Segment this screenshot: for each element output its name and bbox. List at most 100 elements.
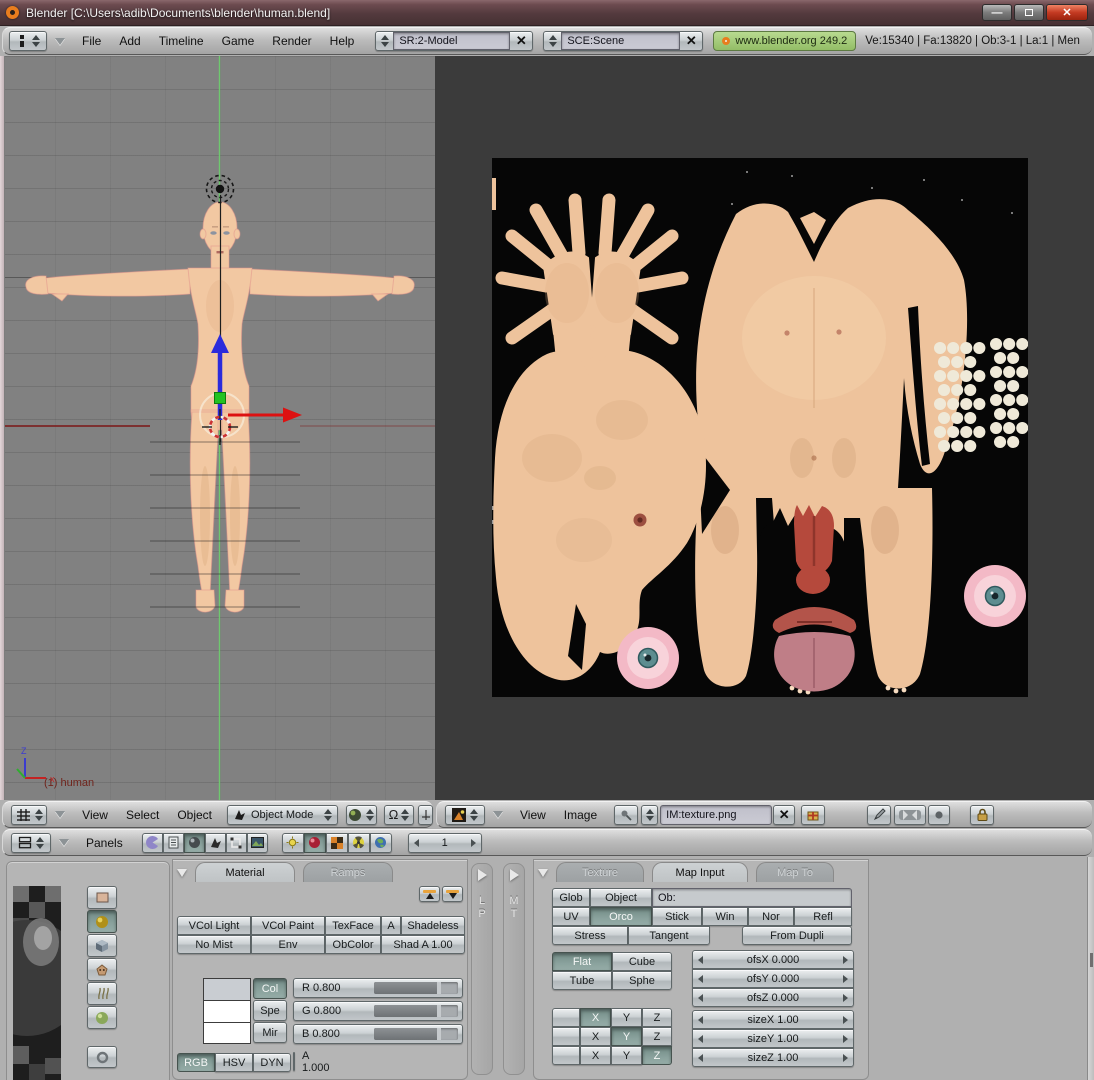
ob-name-field[interactable]: Ob: (652, 888, 852, 907)
map-y-x[interactable]: X (580, 1027, 611, 1046)
context-logic-button[interactable] (142, 833, 163, 853)
shading-world-button[interactable] (370, 833, 392, 853)
sizey-increment-arrow[interactable] (843, 1035, 848, 1043)
frame-number-field[interactable]: 1 (408, 833, 482, 853)
viewport-menu-select[interactable]: Select (117, 808, 168, 822)
context-shading-button[interactable] (184, 833, 205, 853)
map-x-y[interactable]: Y (611, 1008, 642, 1027)
texture-panel-collapse-triangle[interactable] (538, 869, 548, 877)
toggle-shad-a[interactable]: Shad A 1.00 (381, 935, 465, 954)
slider-red[interactable]: R 0.800 (293, 978, 463, 998)
swatch-col[interactable] (203, 978, 251, 1000)
buttons-collapse-triangle[interactable] (59, 839, 69, 846)
minimize-button[interactable]: — (982, 4, 1012, 21)
manipulator-x-arrowhead[interactable] (283, 408, 302, 423)
toggle-obcolor[interactable]: ObColor (325, 935, 381, 954)
viewport-menu-view[interactable]: View (73, 808, 117, 822)
material-move-down-button[interactable] (442, 886, 463, 902)
coord-orco[interactable]: Orco (590, 907, 652, 926)
viewport-menu-object[interactable]: Object (168, 808, 221, 822)
sizey-field[interactable]: sizeY 1.00 (692, 1029, 854, 1048)
frame-increment-arrow[interactable] (471, 839, 476, 847)
map-y-none[interactable] (552, 1027, 580, 1046)
toggle-no-mist[interactable]: No Mist (177, 935, 251, 954)
uv-menu-view[interactable]: View (511, 808, 555, 822)
version-badge[interactable]: www.blender.org 249.2 (713, 31, 856, 51)
manipulator-y-handle[interactable] (215, 393, 226, 404)
sizez-field[interactable]: sizeZ 1.00 (692, 1048, 854, 1067)
sizex-field[interactable]: sizeX 1.00 (692, 1010, 854, 1029)
color-space-hsv[interactable]: HSV (215, 1053, 253, 1072)
viewport-collapse-triangle[interactable] (55, 811, 65, 818)
tab-texture[interactable]: Texture (556, 862, 644, 882)
swatch-mode-spe[interactable]: Spe (253, 1000, 287, 1021)
projection-tube[interactable]: Tube (552, 971, 612, 990)
color-space-rgb[interactable]: RGB (177, 1053, 215, 1072)
slider-green[interactable]: G 0.800 (293, 1001, 463, 1021)
ofsz-increment-arrow[interactable] (843, 994, 848, 1002)
map-z-z[interactable]: Z (642, 1046, 672, 1065)
viewport-3d[interactable]: Z x (1) human (0, 56, 435, 800)
preview-sphere-button[interactable] (87, 910, 117, 933)
swatch-spe[interactable] (203, 1000, 251, 1022)
toggle-env[interactable]: Env (251, 935, 325, 954)
sizez-increment-arrow[interactable] (843, 1054, 848, 1062)
coord-uv[interactable]: UV (552, 907, 590, 926)
frame-decrement-arrow[interactable] (414, 839, 419, 847)
coord-nor[interactable]: Nor (748, 907, 794, 926)
preview-world-button[interactable] (87, 1006, 117, 1029)
preview-flat-button[interactable] (87, 886, 117, 909)
map-x-z[interactable]: Z (642, 1008, 672, 1027)
scene-unlink-button[interactable]: ✕ (680, 33, 702, 49)
coord-object[interactable]: Object (590, 888, 652, 907)
tab-ramps[interactable]: Ramps (303, 862, 393, 882)
uv-editor-type-button[interactable] (445, 805, 485, 825)
coord-refl[interactable]: Refl (794, 907, 852, 926)
screen-selector[interactable]: SR:2-Model ✕ (375, 31, 533, 51)
header-collapse-triangle[interactable] (55, 38, 65, 45)
ofsx-increment-arrow[interactable] (843, 956, 848, 964)
draw-type-selector[interactable] (346, 805, 377, 825)
map-x-x[interactable]: X (580, 1008, 611, 1027)
map-z-x[interactable]: X (580, 1046, 611, 1065)
editor-type-button[interactable] (9, 31, 47, 51)
menu-file[interactable]: File (73, 34, 110, 48)
toggle-texface[interactable]: TexFace (325, 916, 381, 935)
shading-material-button[interactable] (304, 833, 326, 853)
projection-cube[interactable]: Cube (612, 952, 672, 971)
screen-name-field[interactable]: SR:2-Model (393, 32, 510, 50)
scene-name-field[interactable]: SCE:Scene (561, 32, 680, 50)
scene-selector[interactable]: SCE:Scene ✕ (543, 31, 703, 51)
tab-material[interactable]: Material (195, 862, 295, 882)
color-space-dyn[interactable]: DYN (253, 1053, 291, 1072)
mode-selector[interactable]: Object Mode (227, 805, 338, 825)
uv-menu-image[interactable]: Image (555, 808, 606, 822)
pack-image-button[interactable] (801, 805, 825, 825)
close-button[interactable]: ✕ (1046, 4, 1088, 21)
coord-tangent[interactable]: Tangent (628, 926, 710, 945)
map-z-y[interactable]: Y (611, 1046, 642, 1065)
context-object-button[interactable] (205, 833, 226, 853)
map-to-collapse-triangle[interactable] (510, 869, 519, 881)
render-slot-button[interactable] (894, 805, 926, 825)
preview-cube-button[interactable] (87, 934, 117, 957)
tab-map-input[interactable]: Map Input (652, 862, 748, 882)
map-y-y[interactable]: Y (611, 1027, 642, 1046)
coord-stress[interactable]: Stress (552, 926, 628, 945)
image-browse-button[interactable] (641, 805, 658, 825)
tab-map-to[interactable]: Map To (756, 862, 834, 882)
collapsed-panel-links-pipeline[interactable]: L P (471, 863, 493, 1075)
context-editing-button[interactable] (226, 833, 247, 853)
menu-game[interactable]: Game (213, 34, 264, 48)
material-move-up-button[interactable] (419, 886, 440, 902)
coord-win[interactable]: Win (702, 907, 748, 926)
update-lock-button[interactable] (970, 805, 994, 825)
slider-alpha[interactable]: A 1.000 (293, 1052, 295, 1071)
shading-lamp-button[interactable] (282, 833, 304, 853)
menu-timeline[interactable]: Timeline (150, 34, 213, 48)
ofsy-decrement-arrow[interactable] (698, 975, 703, 983)
ofsy-increment-arrow[interactable] (843, 975, 848, 983)
swatch-mode-mir[interactable]: Mir (253, 1022, 287, 1043)
material-panel-collapse-triangle[interactable] (177, 869, 187, 877)
viewport-editor-type-button[interactable] (11, 805, 47, 825)
